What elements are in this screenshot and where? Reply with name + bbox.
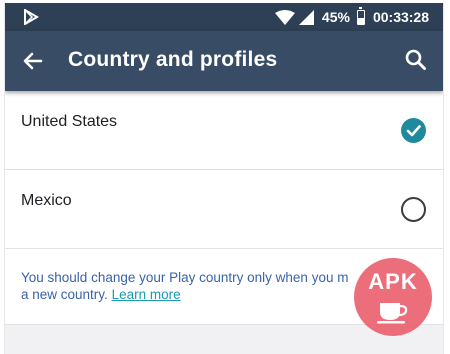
watermark-label: APK [368,269,418,294]
apk-watermark-logo: APK [354,258,432,336]
radio-unchecked-icon[interactable] [401,197,426,222]
cell-signal-icon [298,9,314,25]
status-indicators: 45% 00:33:28 [274,3,429,31]
country-name: United States [21,113,118,130]
wifi-icon [274,9,295,25]
battery-icon [356,6,365,25]
info-text: You should change your Play country only… [21,270,349,285]
checkmark-icon [406,125,421,137]
country-option-united-states[interactable]: United States [5,91,443,170]
play-store-icon [24,9,39,25]
app-bar: Country and profiles [5,31,443,91]
back-arrow-icon[interactable] [19,47,47,75]
learn-more-link[interactable]: Learn more [112,287,181,302]
status-time: 00:33:28 [372,9,429,25]
country-name: Mexico [21,192,72,209]
info-text-line2: a new country. [21,287,108,302]
status-bar: 45% 00:33:28 [5,3,443,31]
page-title: Country and profiles [68,48,278,71]
search-icon[interactable] [403,47,429,73]
radio-checked-icon[interactable] [401,118,426,143]
country-option-mexico[interactable]: Mexico [5,170,443,249]
cup-icon [377,303,408,324]
battery-percent: 45% [321,9,350,25]
